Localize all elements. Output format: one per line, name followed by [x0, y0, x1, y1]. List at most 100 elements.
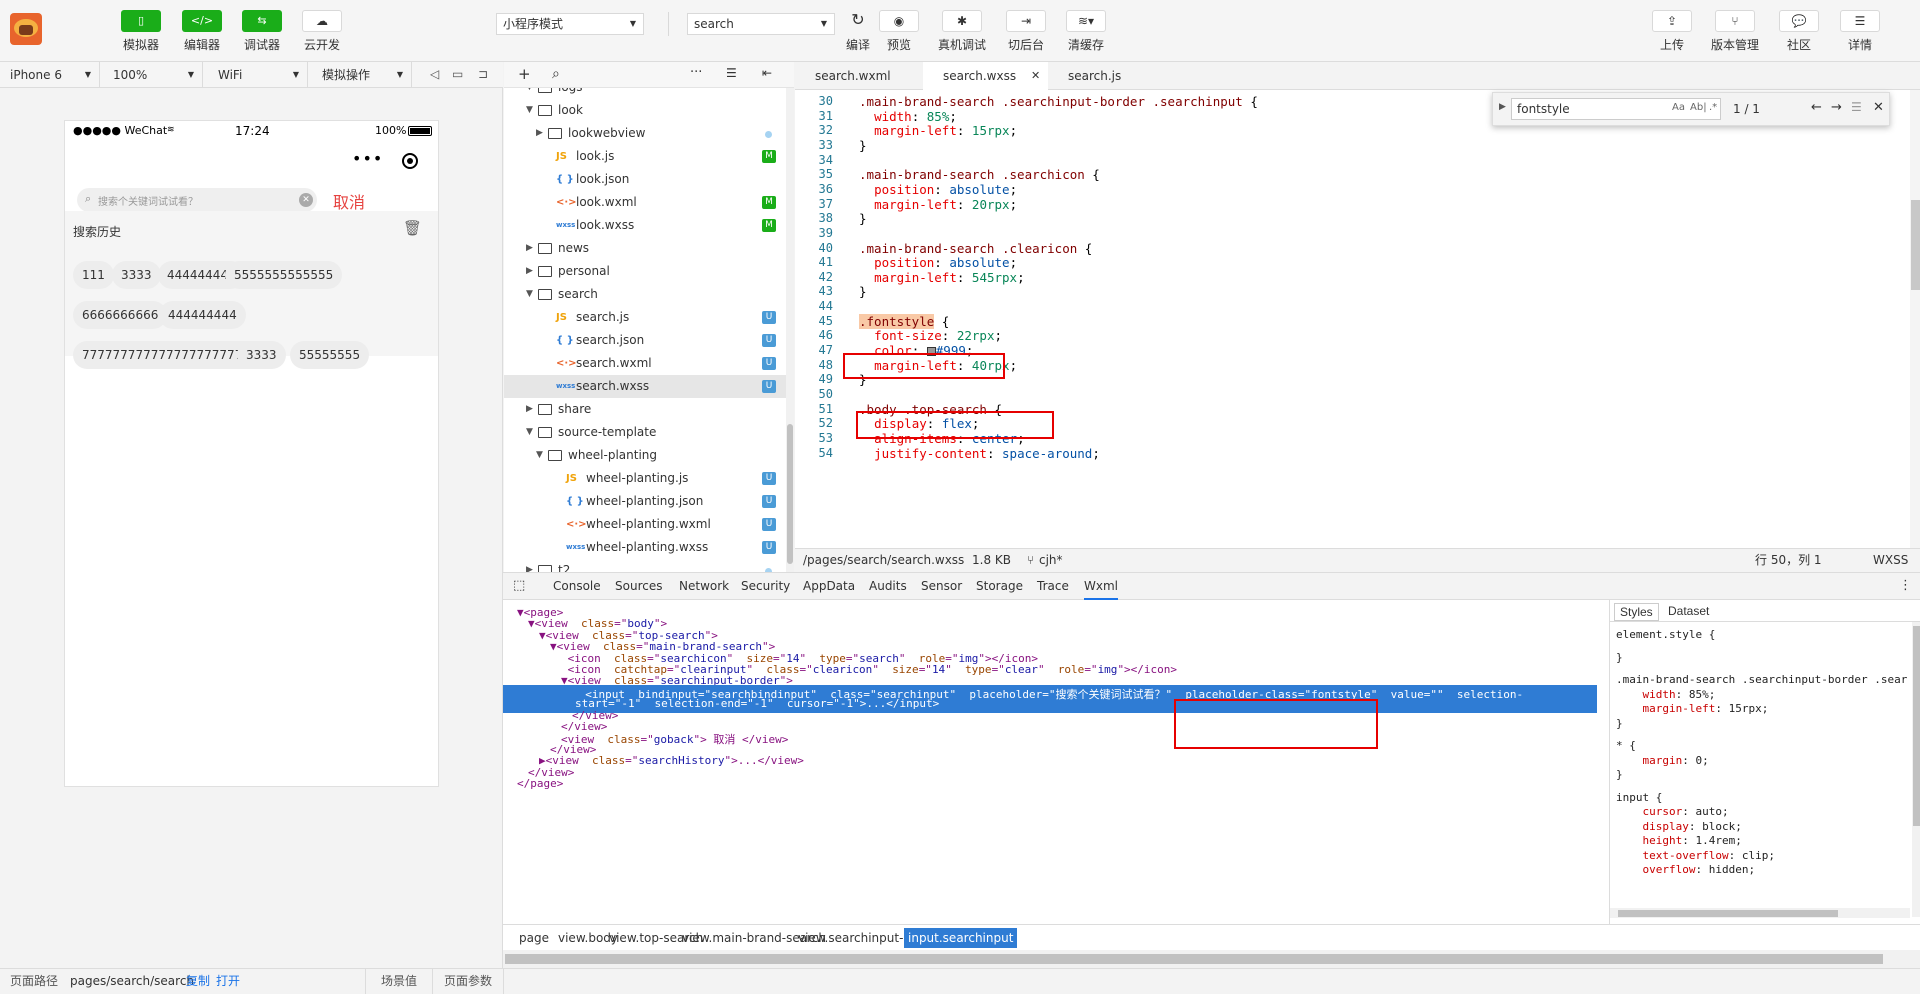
- tree-item-wheel-planting-json[interactable]: { } wheel-planting.json U: [504, 490, 786, 513]
- tree-item-search-js[interactable]: JS search.js U: [504, 306, 786, 329]
- tree-item-share[interactable]: ▶ share: [504, 398, 786, 421]
- breadcrumb-item[interactable]: input.searchinput: [904, 928, 1018, 948]
- wxml-tree[interactable]: ▼<page> ▼<view class="body"> ▼<view class=…: [503, 600, 1608, 924]
- window-icon[interactable]: ▭: [452, 67, 463, 81]
- history-chip[interactable]: 444444444: [159, 301, 246, 329]
- history-chip[interactable]: 111: [73, 261, 114, 289]
- network-select[interactable]: WiFi ▼: [208, 62, 308, 88]
- tree-item-search-wxml[interactable]: <·> search.wxml U: [504, 352, 786, 375]
- history-chip[interactable]: 5555555555555: [225, 261, 343, 289]
- devtools-tab-sensor[interactable]: Sensor: [921, 573, 962, 600]
- language-mode[interactable]: WXSS: [1873, 549, 1908, 572]
- whole-word-icon[interactable]: Ab|: [1690, 102, 1707, 113]
- cancel-button[interactable]: 取消: [333, 189, 365, 213]
- remote-debug-button[interactable]: ✱ 真机调试: [935, 10, 989, 53]
- more-icon[interactable]: ···: [690, 65, 702, 80]
- close-icon[interactable]: ✕: [1031, 62, 1040, 90]
- trash-icon[interactable]: 🗑: [403, 219, 422, 237]
- open-link[interactable]: 打开: [216, 969, 240, 994]
- devtools-tab-audits[interactable]: Audits: [869, 573, 907, 600]
- sound-icon[interactable]: ◁: [430, 67, 439, 81]
- preview-button[interactable]: ◉ 预览: [872, 10, 926, 53]
- scene-button[interactable]: 场景值: [381, 969, 417, 994]
- close-miniprogram-icon[interactable]: [402, 153, 418, 169]
- device-select[interactable]: iPhone 6 ▼: [0, 62, 100, 88]
- tree-item-look[interactable]: ▼ look: [504, 99, 786, 122]
- styles-scrollbar[interactable]: [1912, 622, 1920, 917]
- selection-icon[interactable]: ☰: [1851, 100, 1862, 114]
- git-branch[interactable]: cjh*: [1039, 549, 1063, 572]
- history-chip[interactable]: 6666666666: [73, 301, 168, 329]
- editor-toggle[interactable]: </> 编辑器: [175, 10, 229, 53]
- cloud-dev-button[interactable]: ☁ 云开发: [295, 10, 349, 53]
- dock-icon[interactable]: ⊐: [478, 67, 488, 81]
- devtools-tab-sources[interactable]: Sources: [615, 573, 662, 600]
- wxml-node[interactable]: start="-1" selection-end="-1" cursor="-1…: [575, 697, 939, 710]
- wxml-node[interactable]: </page>: [517, 777, 563, 790]
- history-chip[interactable]: 3333: [237, 341, 286, 369]
- devtools-tab-network[interactable]: Network: [679, 573, 729, 600]
- clear-cache-button[interactable]: ≋▾ 清缓存: [1059, 10, 1113, 53]
- tree-item-look-wxml[interactable]: <·> look.wxml M: [504, 191, 786, 214]
- tree-item-source-template[interactable]: ▼ source-template: [504, 421, 786, 444]
- tab-search-js[interactable]: search.js: [1048, 62, 1158, 90]
- tree-item-search-wxss[interactable]: wxss search.wxss U: [504, 375, 786, 398]
- wxml-node[interactable]: ▶<view class="searchHistory">...</view>: [539, 754, 804, 767]
- code-area[interactable]: 30 .main-brand-search .searchinput-border…: [795, 90, 1910, 548]
- chevron-right-icon[interactable]: ▶: [1499, 102, 1506, 112]
- devtools-tab-console[interactable]: Console: [553, 573, 601, 600]
- editor-scrollbar[interactable]: [1910, 90, 1920, 548]
- mode-select[interactable]: 小程序模式 ▼: [496, 13, 644, 35]
- tab-styles[interactable]: Styles: [1614, 603, 1659, 621]
- tree-item-lookwebview[interactable]: ▶ lookwebview: [504, 122, 786, 145]
- tree-item-news[interactable]: ▶ news: [504, 237, 786, 260]
- add-icon[interactable]: +: [518, 65, 531, 83]
- tree-item-wheel-planting-wxss[interactable]: wxss wheel-planting.wxss U: [504, 536, 786, 559]
- zoom-select[interactable]: 100% ▼: [103, 62, 203, 88]
- devtools-tab-storage[interactable]: Storage: [976, 573, 1023, 600]
- tree-item-look-wxss[interactable]: wxss look.wxss M: [504, 214, 786, 237]
- tree-item-logs[interactable]: ▼ logs: [504, 88, 786, 99]
- arrow-up-icon[interactable]: ←: [1811, 100, 1822, 115]
- devtools-tab-appdata[interactable]: AppData: [803, 573, 855, 600]
- debugger-toggle[interactable]: ⇆ 调试器: [235, 10, 289, 53]
- clear-icon[interactable]: ✕: [299, 193, 313, 207]
- version-button[interactable]: ⑂ 版本管理: [1708, 10, 1762, 53]
- find-input[interactable]: fontstyle Aa Ab| .*: [1511, 98, 1721, 120]
- more-icon[interactable]: •••: [352, 149, 383, 168]
- tree-item-wheel-planting-wxml[interactable]: <·> wheel-planting.wxml U: [504, 513, 786, 536]
- inspect-icon[interactable]: ⬚: [513, 578, 525, 593]
- arrow-down-icon[interactable]: →: [1831, 100, 1842, 115]
- tree-item-search[interactable]: ▼ search: [504, 283, 786, 306]
- compile-page-select[interactable]: search ▼: [687, 13, 835, 35]
- devtools-tab-trace[interactable]: Trace: [1037, 573, 1069, 600]
- tree-item-t2[interactable]: ▶ t2: [504, 559, 786, 572]
- cursor-position[interactable]: 行 50，列 1: [1755, 549, 1822, 572]
- collapse-icon[interactable]: ⇤: [762, 66, 772, 80]
- styles-hscrollbar[interactable]: [1610, 908, 1910, 918]
- history-chip[interactable]: 3333: [112, 261, 161, 289]
- background-button[interactable]: ⇥ 切后台: [999, 10, 1053, 53]
- search-input[interactable]: ⌕ 搜索个关键词试试看？ ✕: [77, 188, 317, 212]
- tree-item-look-json[interactable]: { } look.json: [504, 168, 786, 191]
- operation-select[interactable]: 模拟操作 ▼: [312, 62, 412, 88]
- devtools-tab-security[interactable]: Security: [741, 573, 790, 600]
- tab-dataset[interactable]: Dataset: [1668, 604, 1709, 618]
- devtools-tab-wxml[interactable]: Wxml: [1084, 573, 1118, 600]
- explorer-scrollbar[interactable]: [786, 88, 794, 572]
- tab-search-wxss[interactable]: search.wxss ✕: [923, 62, 1048, 90]
- close-icon[interactable]: ✕: [1873, 100, 1884, 115]
- params-button[interactable]: 页面参数: [444, 969, 492, 994]
- sort-icon[interactable]: ☰: [726, 66, 737, 80]
- more-vertical-icon[interactable]: ⋮: [1899, 578, 1912, 593]
- copy-link[interactable]: 复制: [186, 969, 210, 994]
- devtools-hscrollbar[interactable]: [503, 950, 1920, 969]
- breadcrumb-item[interactable]: page: [515, 928, 553, 948]
- details-button[interactable]: ☰ 详情: [1833, 10, 1887, 53]
- search-icon[interactable]: ⌕: [552, 66, 560, 82]
- tree-item-personal[interactable]: ▶ personal: [504, 260, 786, 283]
- tree-item-look-js[interactable]: JS look.js M: [504, 145, 786, 168]
- match-case-icon[interactable]: Aa: [1672, 102, 1685, 113]
- tab-search-wxml[interactable]: search.wxml: [795, 62, 923, 90]
- regex-icon[interactable]: .*: [1709, 102, 1717, 113]
